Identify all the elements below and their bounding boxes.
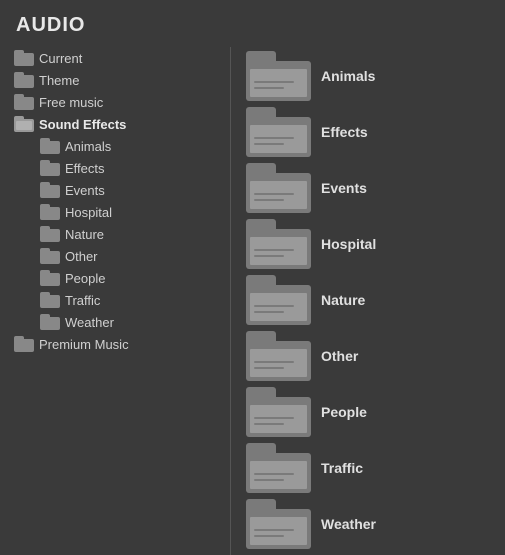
big-folder-icon-events [246,163,311,213]
big-folder-icon-effects [246,107,311,157]
right-panel: Animals Effects Events [236,47,495,555]
tree-item-sound-effects[interactable]: Sound Effects [10,113,225,135]
tree-item-child-hospital[interactable]: Hospital [36,201,225,223]
big-folder-icon-hospital [246,219,311,269]
folder-icon-child-nature [40,226,60,242]
sound-effects-label: Sound Effects [39,117,126,132]
folder-icon-child-hospital [40,204,60,220]
label-child-weather: Weather [65,315,114,330]
folder-card-label-people: People [321,404,367,420]
folder-icon-current [14,50,34,66]
folder-card-events[interactable]: Events [246,163,495,213]
folder-card-label-hospital: Hospital [321,236,376,252]
tree-item-child-other[interactable]: Other [36,245,225,267]
folder-icon-child-traffic [40,292,60,308]
folder-icon-free-music [14,94,34,110]
big-folder-icon-nature [246,275,311,325]
folder-card-label-traffic: Traffic [321,460,363,476]
left-panel: Current Theme Free music Sound Effects [10,47,225,555]
big-folder-icon-people [246,387,311,437]
label-child-traffic: Traffic [65,293,100,308]
folder-card-traffic[interactable]: Traffic [246,443,495,493]
big-folder-icon-traffic [246,443,311,493]
label-free-music: Free music [39,95,103,110]
tree-item-premium-music[interactable]: Premium Music [10,333,225,355]
label-child-animals: Animals [65,139,111,154]
tree-item-child-nature[interactable]: Nature [36,223,225,245]
tree-item-current[interactable]: Current [10,47,225,69]
tree-item-child-effects[interactable]: Effects [36,157,225,179]
folder-card-label-effects: Effects [321,124,368,140]
folder-card-people[interactable]: People [246,387,495,437]
folder-icon-theme [14,72,34,88]
folder-icon-premium-music [14,336,34,352]
panel-divider [230,47,231,555]
folder-icon-child-other [40,248,60,264]
tree-item-child-traffic[interactable]: Traffic [36,289,225,311]
page-title: AUDIO [0,0,505,47]
label-premium-music: Premium Music [39,337,129,352]
folder-card-other[interactable]: Other [246,331,495,381]
big-folder-icon-animals [246,51,311,101]
folder-card-animals[interactable]: Animals [246,51,495,101]
folder-card-label-nature: Nature [321,292,365,308]
folder-icon-child-events [40,182,60,198]
folder-icon-child-weather [40,314,60,330]
label-child-nature: Nature [65,227,104,242]
folder-card-label-events: Events [321,180,367,196]
label-child-events: Events [65,183,105,198]
tree-item-child-people[interactable]: People [36,267,225,289]
folder-card-label-animals: Animals [321,68,375,84]
tree-item-child-events[interactable]: Events [36,179,225,201]
label-theme: Theme [39,73,79,88]
tree-item-theme[interactable]: Theme [10,69,225,91]
folder-icon-child-effects [40,160,60,176]
label-child-effects: Effects [65,161,105,176]
folder-card-effects[interactable]: Effects [246,107,495,157]
tree-item-free-music[interactable]: Free music [10,91,225,113]
big-folder-icon-weather [246,499,311,549]
label-child-other: Other [65,249,98,264]
label-child-people: People [65,271,105,286]
tree-item-child-animals[interactable]: Animals [36,135,225,157]
folder-card-nature[interactable]: Nature [246,275,495,325]
big-folder-icon-other [246,331,311,381]
label-current: Current [39,51,82,66]
open-folder-icon [14,116,34,132]
tree-item-child-weather[interactable]: Weather [36,311,225,333]
folder-card-hospital[interactable]: Hospital [246,219,495,269]
folder-card-label-other: Other [321,348,358,364]
label-child-hospital: Hospital [65,205,112,220]
folder-icon-child-animals [40,138,60,154]
folder-card-weather[interactable]: Weather [246,499,495,549]
folder-icon-child-people [40,270,60,286]
